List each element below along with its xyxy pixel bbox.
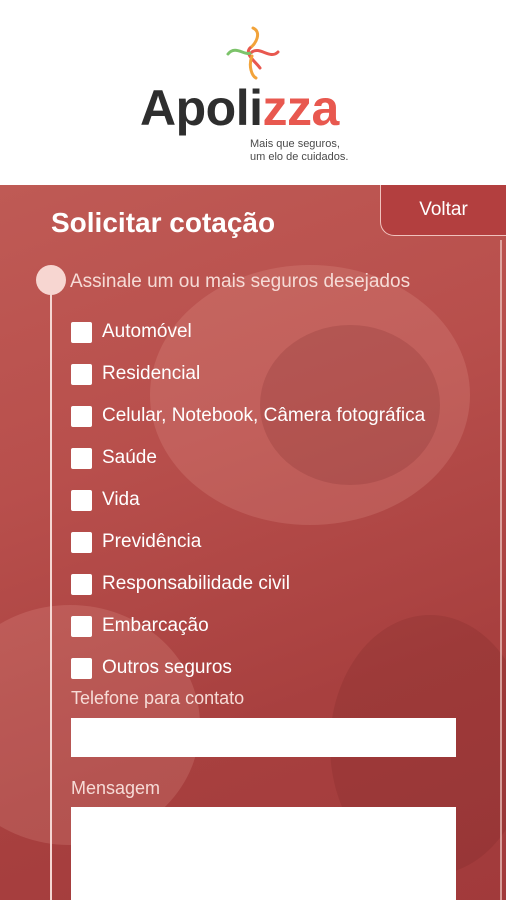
scrollbar[interactable] <box>500 240 502 900</box>
option-saude[interactable]: Saúde <box>71 437 425 479</box>
option-label: Saúde <box>102 447 157 468</box>
quote-form-panel: Solicitar cotação Voltar Assinale um ou … <box>0 185 506 900</box>
app-header: Apolizza Mais que seguros, um elo de cui… <box>0 0 506 185</box>
option-residencial[interactable]: Residencial <box>71 353 425 395</box>
checkbox[interactable] <box>71 573 92 595</box>
option-celular-notebook-camera[interactable]: Celular, Notebook, Câmera fotográfica <box>71 395 425 437</box>
logo-icon <box>226 26 280 80</box>
phone-input[interactable] <box>71 718 456 757</box>
option-label: Celular, Notebook, Câmera fotográfica <box>102 405 426 426</box>
checkbox[interactable] <box>71 321 92 343</box>
checkbox[interactable] <box>71 363 92 385</box>
checkbox[interactable] <box>71 657 92 679</box>
brand-name-main: Apoli <box>140 80 263 136</box>
phone-label: Telefone para contato <box>71 688 245 708</box>
back-button[interactable]: Voltar <box>380 185 506 236</box>
brand-tagline: Mais que seguros, um elo de cuidados. <box>250 138 348 164</box>
option-outros-seguros[interactable]: Outros seguros <box>71 647 425 689</box>
option-responsabilidade-civil[interactable]: Responsabilidade civil <box>71 563 425 605</box>
brand-name-accent: zza <box>262 80 339 136</box>
option-vida[interactable]: Vida <box>71 479 425 521</box>
checkbox[interactable] <box>71 447 92 469</box>
option-label: Responsabilidade civil <box>102 573 290 594</box>
brand-name: Apolizza <box>140 80 339 136</box>
option-label: Residencial <box>102 363 201 384</box>
option-label: Previdência <box>102 531 202 552</box>
option-embarcacao[interactable]: Embarcação <box>71 605 425 647</box>
checkbox[interactable] <box>71 489 92 511</box>
checkbox[interactable] <box>71 615 92 637</box>
option-automovel[interactable]: Automóvel <box>71 311 425 353</box>
insurance-options-list: Automóvel Residencial Celular, Notebook,… <box>71 311 425 689</box>
option-label: Vida <box>102 489 140 510</box>
insurance-question: Assinale um ou mais seguros desejados <box>70 271 411 292</box>
message-textarea[interactable] <box>71 807 456 900</box>
tagline-line-1: Mais que seguros, <box>250 138 340 150</box>
option-label: Automóvel <box>102 321 192 342</box>
option-label: Outros seguros <box>102 657 232 678</box>
step-indicator-dot <box>36 265 66 295</box>
step-timeline-line <box>50 280 52 900</box>
checkbox[interactable] <box>71 531 92 553</box>
option-label: Embarcação <box>102 615 209 636</box>
message-label: Mensagem <box>71 778 161 798</box>
checkbox[interactable] <box>71 405 92 427</box>
option-previdencia[interactable]: Previdência <box>71 521 425 563</box>
tagline-line-2: um elo de cuidados. <box>250 151 349 163</box>
page-title: Solicitar cotação <box>51 207 276 238</box>
